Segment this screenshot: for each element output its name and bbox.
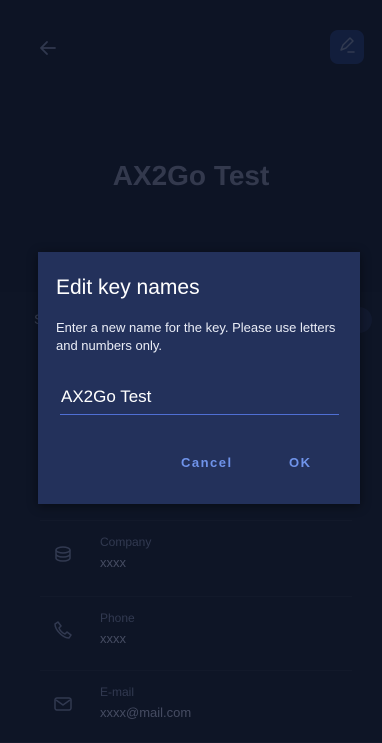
ok-button[interactable]: OK (289, 455, 312, 470)
dialog-message: Enter a new name for the key. Please use… (56, 320, 336, 353)
key-name-input[interactable] (60, 384, 339, 415)
cancel-button[interactable]: Cancel (181, 455, 233, 470)
dialog-title: Edit key names (56, 276, 200, 299)
edit-key-name-dialog: Edit key names Enter a new name for the … (38, 252, 360, 504)
